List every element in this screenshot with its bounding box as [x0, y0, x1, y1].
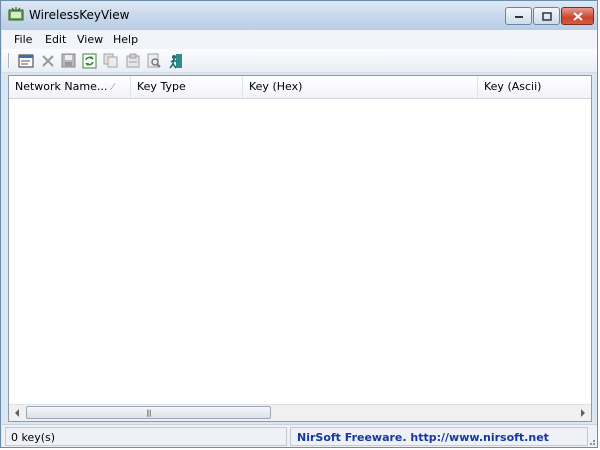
status-key-count: 0 key(s) [5, 427, 287, 446]
title-bar[interactable]: WirelessKeyView [1, 1, 597, 30]
save-icon [61, 53, 76, 68]
delete-button[interactable] [39, 52, 56, 69]
arrow-left-icon [15, 408, 19, 417]
exit-icon [168, 53, 182, 68]
scroll-right-button[interactable] [575, 405, 591, 420]
horizontal-scrollbar[interactable]: ||| [9, 404, 591, 421]
grip-icon: ||| [146, 408, 151, 417]
arrow-right-icon [581, 408, 585, 417]
app-window: WirelessKeyView File Edit View Help Netw… [0, 0, 598, 448]
minimize-button[interactable] [505, 7, 532, 25]
toolbar [2, 49, 597, 73]
column-key-hex[interactable]: Key (Hex) [243, 76, 478, 98]
menu-edit[interactable]: Edit [45, 33, 66, 46]
close-icon [572, 11, 583, 21]
sort-ascending-icon: ⁄ [112, 82, 114, 93]
copy-button[interactable] [102, 52, 119, 69]
menu-file[interactable]: File [14, 33, 32, 46]
column-label: Key Type [137, 80, 186, 93]
column-label: Key (Hex) [249, 80, 303, 93]
exit-button[interactable] [167, 52, 184, 69]
column-network-name[interactable]: Network Name... ⁄ [9, 76, 131, 98]
html-report-button[interactable] [124, 52, 141, 69]
html-report-icon [126, 53, 139, 68]
resize-grip-icon[interactable] [586, 436, 596, 446]
status-credit-link[interactable]: NirSoft Freeware. http://www.nirsoft.net [290, 427, 588, 446]
menu-bar: File Edit View Help [2, 30, 597, 50]
list-body[interactable] [9, 99, 591, 406]
column-label: Network Name... [15, 80, 108, 93]
menu-help[interactable]: Help [113, 33, 138, 46]
keys-list[interactable]: Network Name... ⁄ Key Type Key (Hex) Key… [8, 75, 592, 422]
app-icon [8, 7, 24, 21]
copy-icon [103, 53, 117, 68]
maximize-icon [541, 11, 552, 21]
find-button[interactable] [145, 52, 162, 69]
toolbar-grip [8, 53, 10, 68]
menu-view[interactable]: View [77, 33, 103, 46]
properties-button[interactable] [17, 52, 34, 69]
column-key-ascii[interactable]: Key (Ascii) [478, 76, 591, 98]
scrollbar-thumb[interactable]: ||| [26, 406, 271, 419]
status-bar: 0 key(s) NirSoft Freeware. http://www.ni… [2, 424, 597, 447]
close-button[interactable] [561, 7, 594, 25]
refresh-icon [82, 53, 97, 68]
column-label: Key (Ascii) [484, 80, 542, 93]
save-button[interactable] [60, 52, 77, 69]
minimize-icon [514, 16, 523, 18]
find-icon [147, 53, 161, 68]
scroll-left-button[interactable] [9, 405, 25, 420]
column-key-type[interactable]: Key Type [131, 76, 243, 98]
properties-icon [18, 54, 33, 67]
list-header: Network Name... ⁄ Key Type Key (Hex) Key… [9, 76, 591, 99]
window-title: WirelessKeyView [29, 8, 130, 22]
refresh-button[interactable] [81, 52, 98, 69]
maximize-button[interactable] [533, 7, 560, 25]
delete-icon [41, 54, 54, 67]
